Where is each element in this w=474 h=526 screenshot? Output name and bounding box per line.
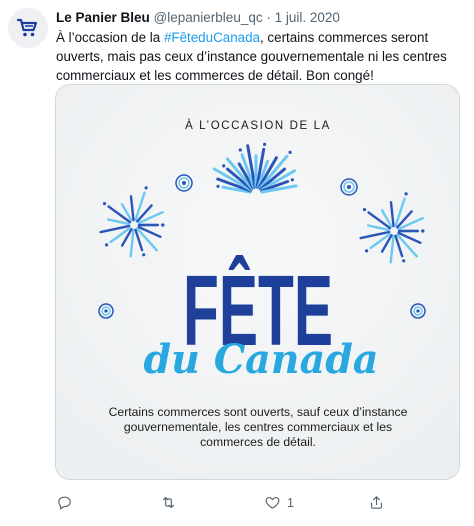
tweet-image[interactable]: À L’OCCASION DE LA FÊTE du Canada Certai…: [55, 84, 460, 480]
image-top-line: À L’OCCASION DE LA: [185, 119, 331, 132]
tweet-text-start: À l’occasion de la: [56, 30, 164, 45]
like-icon: [265, 496, 280, 509]
reply-icon: [58, 496, 71, 510]
image-title-script: du Canada: [144, 336, 379, 383]
tweet-date[interactable]: 1 juil. 2020: [275, 10, 340, 25]
tweet[interactable]: Le Panier Bleu @lepanierbleu_qc · 1 juil…: [0, 0, 474, 526]
image-footer-line-2: gouvernementale, les centres commerciaux…: [124, 420, 392, 434]
share-button[interactable]: [368, 494, 391, 511]
tweet-header: Le Panier Bleu @lepanierbleu_qc · 1 juil…: [56, 10, 340, 25]
share-icon: [370, 496, 383, 509]
like-button[interactable]: 1: [264, 494, 294, 511]
like-count: 1: [287, 495, 294, 510]
swirl-icon: [175, 174, 193, 192]
avatar[interactable]: [8, 8, 48, 48]
retweet-button[interactable]: [160, 494, 183, 511]
retweet-icon: [162, 496, 175, 509]
author-name[interactable]: Le Panier Bleu: [56, 10, 150, 25]
image-footer-line-1: Certains commerces sont ouverts, sauf ce…: [109, 405, 408, 419]
image-footer-line-3: commerces de détail.: [200, 435, 316, 449]
hashtag-link[interactable]: #FêteduCanada: [164, 30, 260, 45]
separator: ·: [266, 10, 271, 25]
shopping-cart-icon: [16, 18, 38, 37]
fete-du-canada-graphic: À L’OCCASION DE LA FÊTE du Canada Certai…: [56, 85, 459, 479]
tweet-text: À l’occasion de la #FêteduCanada, certai…: [56, 28, 461, 85]
tweet-actions: 1: [56, 494, 461, 514]
author-handle[interactable]: @lepanierbleu_qc: [154, 10, 263, 25]
reply-button[interactable]: [56, 494, 79, 511]
swirl-icon: [340, 178, 358, 196]
